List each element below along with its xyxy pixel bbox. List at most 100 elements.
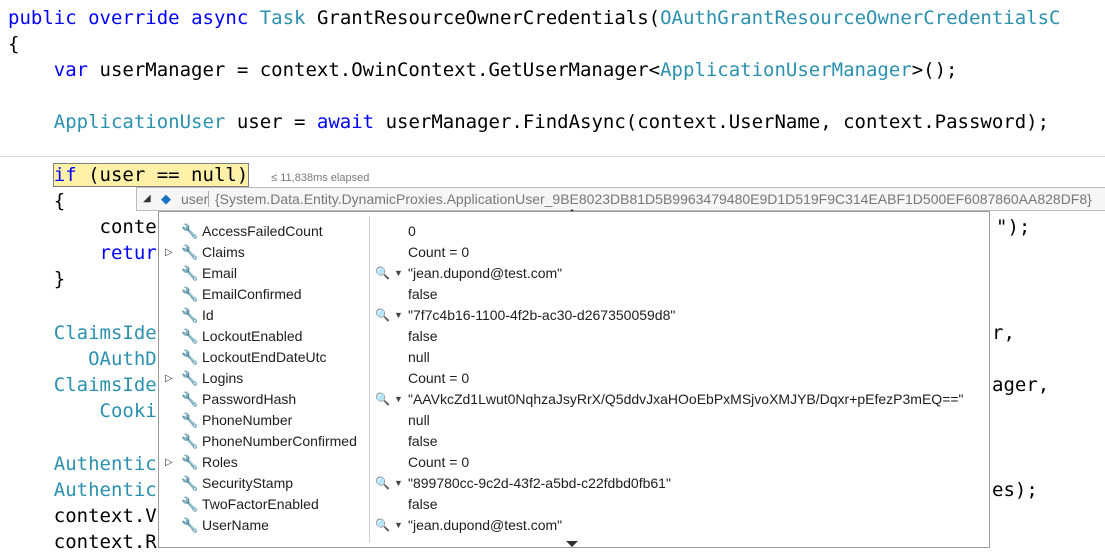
expand-arrow-icon[interactable]: ▷ (165, 242, 173, 263)
perf-tip-elapsed[interactable]: ≤ 11,838ms elapsed (271, 172, 369, 184)
code-line-2: { (8, 31, 19, 57)
property-name: AccessFailedCount (202, 223, 323, 239)
datatip-variable-value[interactable]: {System.Data.Entity.DynamicProxies.Appli… (215, 188, 1092, 210)
magnifier-icon[interactable]: 🔍 (375, 515, 390, 536)
wrench-icon: 🔧 (181, 328, 199, 344)
property-value[interactable]: "AAVkcZd1Lwut0NqhzaJsyRrX/Q5ddvJxaHOoEbP… (408, 389, 964, 410)
wrench-icon: 🔧 (181, 370, 199, 386)
type-name: OAuthD (88, 348, 157, 370)
property-value[interactable]: false (408, 284, 438, 305)
code-line-20: context.V (8, 503, 157, 529)
property-row[interactable]: 🔧 AccessFailedCount 0 (159, 221, 989, 242)
magnifier-icon[interactable]: 🔍 (375, 389, 390, 410)
keyword: public (8, 7, 77, 29)
property-row[interactable]: 🔧 LockoutEnabled false (159, 326, 989, 347)
code-line-16: Cooki (8, 398, 157, 424)
code-text: es); (992, 479, 1038, 501)
property-row[interactable]: ▷ 🔧 Roles Count = 0 (159, 452, 989, 473)
code-line-8: { (8, 188, 65, 214)
code-text: >(); (911, 59, 958, 81)
property-name: TwoFactorEnabled (202, 496, 319, 512)
property-value[interactable]: Count = 0 (408, 452, 469, 473)
property-value[interactable]: 0 (408, 221, 416, 242)
chevron-down-icon[interactable]: ▼ (394, 305, 403, 326)
chevron-down-icon[interactable]: ▼ (394, 389, 403, 410)
collapse-arrow-icon[interactable]: ◢ (143, 188, 151, 210)
code-line-15: ClaimsIde (8, 372, 157, 398)
wrench-icon: 🔧 (181, 517, 199, 533)
wrench-icon: 🔧 (181, 412, 199, 428)
expand-arrow-icon[interactable]: ▷ (165, 368, 173, 389)
code-line-1: public override async Task GrantResource… (8, 5, 1060, 31)
code-line-5: ApplicationUser user = await userManager… (8, 109, 1049, 135)
property-value[interactable]: Count = 0 (408, 368, 469, 389)
property-value[interactable]: null (408, 410, 430, 431)
property-name: PasswordHash (202, 391, 297, 407)
line-separator (0, 156, 1105, 157)
datatip-variable-name: user (181, 191, 209, 207)
property-row[interactable]: 🔧 UserName 🔍 ▼ "jean.dupond@test.com" (159, 515, 989, 536)
property-name: LockoutEnabled (202, 328, 303, 344)
chevron-down-icon[interactable]: ▼ (394, 263, 403, 284)
wrench-icon: 🔧 (181, 475, 199, 491)
property-name: SecurityStamp (202, 475, 294, 491)
property-row[interactable]: 🔧 PhoneNumberConfirmed false (159, 431, 989, 452)
property-value[interactable]: "899780cc-9c2d-43f2-a5bd-c22fdbd0fb61" (408, 473, 671, 494)
property-value[interactable]: "jean.dupond@test.com" (408, 263, 562, 284)
property-name: Logins (202, 370, 244, 386)
wrench-icon: 🔧 (181, 244, 199, 260)
datatip-header[interactable]: ◢ ◆ user {System.Data.Entity.DynamicProx… (136, 187, 1105, 211)
code-text: (user == null) (88, 164, 249, 186)
magnifier-icon[interactable]: 🔍 (375, 473, 390, 494)
chevron-down-icon[interactable]: ▼ (394, 473, 403, 494)
wrench-icon: 🔧 (181, 349, 199, 365)
property-name: PhoneNumberConfirmed (202, 433, 357, 449)
property-value[interactable]: null (408, 347, 430, 368)
keyword: var (53, 59, 89, 81)
property-row[interactable]: 🔧 LockoutEndDateUtc null (159, 347, 989, 368)
property-name: Id (202, 307, 214, 323)
keyword: async (191, 7, 249, 29)
current-statement-highlight[interactable]: if (user == null) (52, 163, 250, 187)
property-value[interactable]: false (408, 494, 438, 515)
property-row[interactable]: 🔧 EmailConfirmed false (159, 284, 989, 305)
property-value[interactable]: false (408, 326, 438, 347)
property-row[interactable]: 🔧 TwoFactorEnabled false (159, 494, 989, 515)
code-text: context.V (53, 505, 157, 527)
code-line-13-tail: r, (992, 320, 1015, 346)
code-text: r, (992, 322, 1015, 344)
type-name: ClaimsIde (53, 374, 157, 396)
property-row[interactable]: ▷ 🔧 Claims Count = 0 (159, 242, 989, 263)
code-text: "); (996, 216, 1031, 238)
magnifier-icon[interactable]: 🔍 (375, 263, 390, 284)
property-name: Roles (202, 454, 238, 470)
property-row[interactable]: 🔧 Id 🔍 ▼ "7f7c4b16-1100-4f2b-ac30-d267350059… (159, 305, 989, 326)
brace: { (53, 190, 66, 212)
property-row[interactable]: 🔧 Email 🔍 ▼ "jean.dupond@test.com" (159, 263, 989, 284)
wrench-icon: 🔧 (181, 391, 199, 407)
scroll-down-icon[interactable] (566, 541, 578, 547)
property-value[interactable]: Count = 0 (408, 242, 469, 263)
datatip-properties-panel: 🔧 AccessFailedCount 0 ▷ 🔧 Claims Count = 0 🔧 Ema… (158, 211, 990, 548)
code-text: conte (99, 216, 157, 238)
expand-arrow-icon[interactable]: ▷ (165, 452, 173, 473)
code-line-15-tail: ager, (992, 372, 1049, 398)
property-row[interactable]: ▷ 🔧 Logins Count = 0 (159, 368, 989, 389)
magnifier-icon[interactable]: 🔍 (375, 305, 390, 326)
code-line-18: Authentic (8, 451, 157, 477)
code-text: userManager.FindAsync(context.UserName, … (385, 111, 1050, 133)
property-name: Claims (202, 244, 245, 260)
property-name: Email (202, 265, 238, 281)
property-value[interactable]: "7f7c4b16-1100-4f2b-ac30-d267350059d8" (408, 305, 675, 326)
wrench-icon: 🔧 (181, 433, 199, 449)
brace: } (53, 268, 66, 290)
property-row[interactable]: 🔧 PasswordHash 🔍 ▼ "AAVkcZd1Lwut0NqhzaJsyRrX… (159, 389, 989, 410)
property-row[interactable]: 🔧 PhoneNumber null (159, 410, 989, 431)
type-name: Authentic (53, 479, 157, 501)
brace: { (8, 33, 20, 55)
property-value[interactable]: false (408, 431, 438, 452)
chevron-down-icon[interactable]: ▼ (394, 515, 403, 536)
property-value[interactable]: "jean.dupond@test.com" (408, 515, 562, 536)
code-line-10: retur (8, 240, 157, 266)
property-row[interactable]: 🔧 SecurityStamp 🔍 ▼ "899780cc-9c2d-43f2-a5bd… (159, 473, 989, 494)
